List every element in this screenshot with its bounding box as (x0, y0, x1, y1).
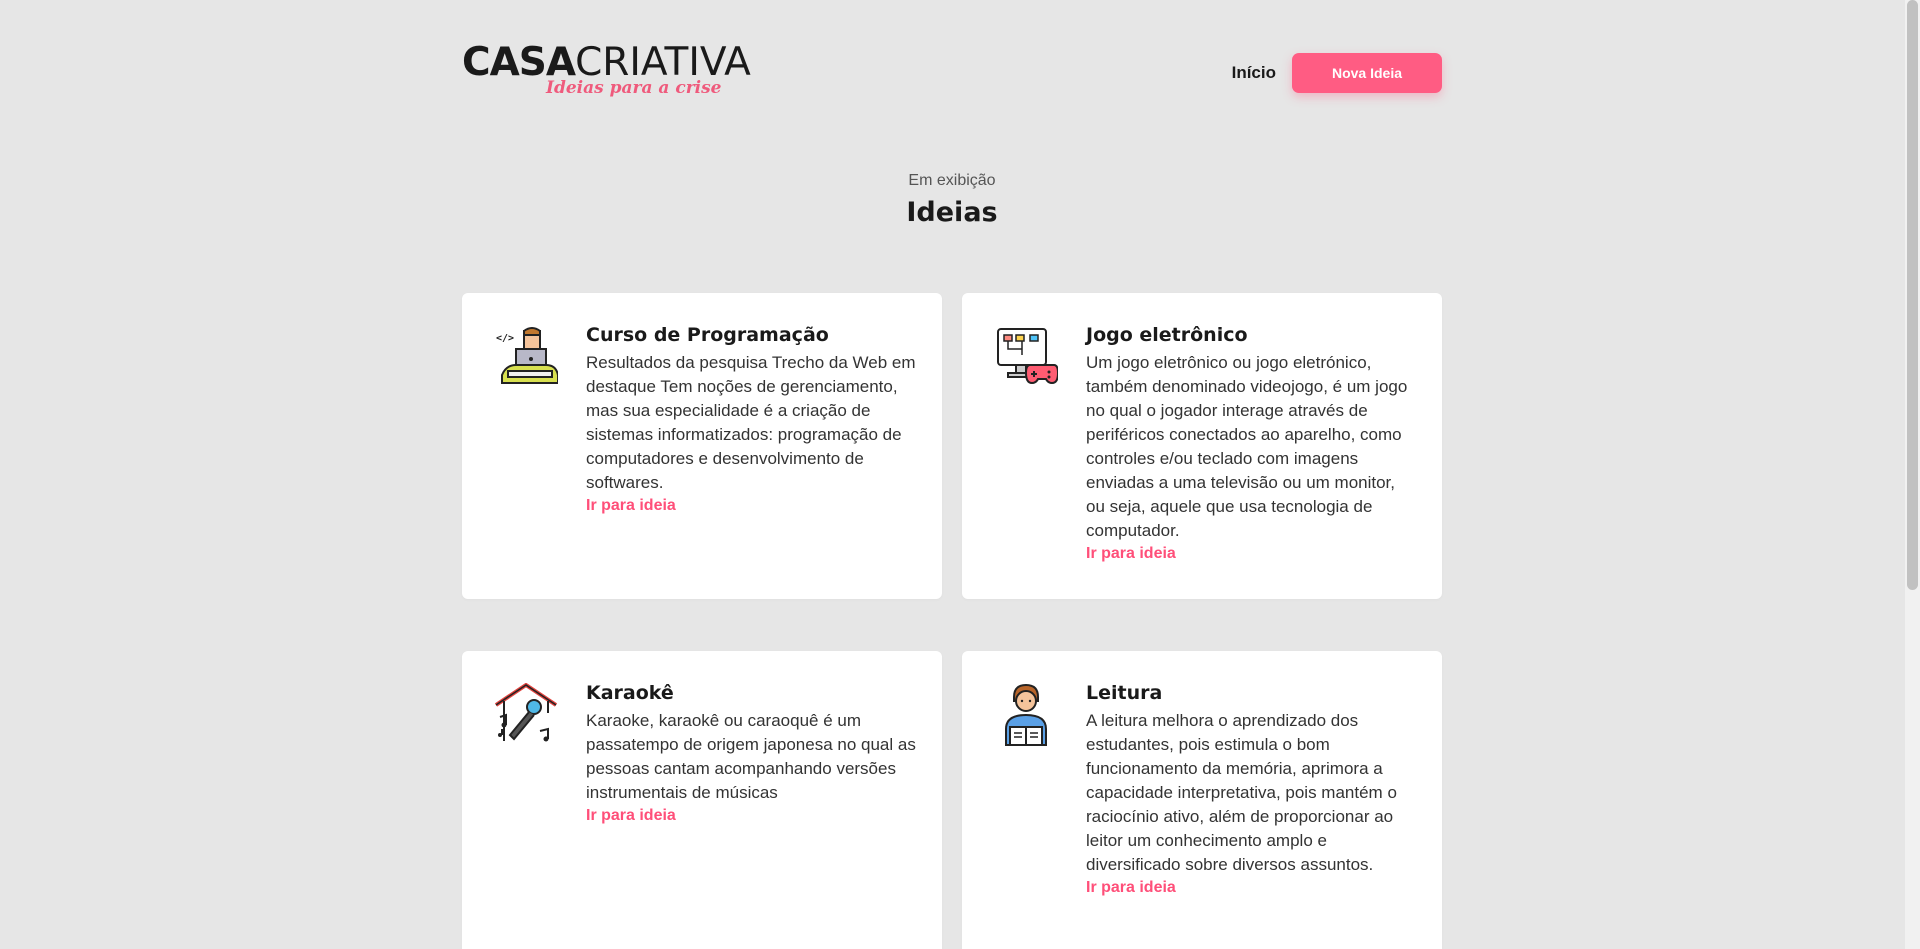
go-to-idea-link[interactable]: Ir para ideia (586, 805, 918, 827)
idea-description: Karaoke, karaokê ou caraoquê é um passat… (586, 711, 916, 802)
new-idea-button[interactable]: Nova Ideia (1292, 53, 1442, 93)
section-title: Ideias (906, 197, 998, 228)
svg-text:</>: </> (496, 333, 514, 344)
main-container: CASACRIATIVA Ideias para a crise Início … (462, 0, 1442, 949)
scrollbar-thumb[interactable] (1907, 0, 1918, 590)
idea-title: Karaokê (586, 682, 674, 704)
page: CASACRIATIVA Ideias para a crise Início … (0, 0, 1905, 949)
idea-card: Jogo eletrônico Um jogo eletrônico ou jo… (962, 293, 1442, 599)
programmer-laptop-icon: </> (494, 325, 559, 389)
idea-title: Leitura (1086, 682, 1163, 704)
logo[interactable]: CASACRIATIVA Ideias para a crise (462, 38, 762, 108)
idea-card-body: Karaokê Karaoke, karaokê ou caraoquê é u… (586, 681, 918, 827)
go-to-idea-link[interactable]: Ir para ideia (1086, 877, 1418, 899)
reading-person-icon (994, 683, 1058, 747)
idea-card-body: Jogo eletrônico Um jogo eletrônico ou jo… (1086, 323, 1418, 565)
idea-card-body: Leitura A leitura melhora o aprendizado … (1086, 681, 1418, 899)
idea-title: Curso de Programação (586, 324, 829, 346)
idea-card: Leitura A leitura melhora o aprendizado … (962, 651, 1442, 949)
section-subtitle: Em exibição (908, 172, 996, 189)
nav-home-link[interactable]: Início (1232, 63, 1276, 83)
site-header: CASACRIATIVA Ideias para a crise Início … (462, 0, 1442, 110)
idea-card: Karaokê Karaoke, karaokê ou caraoquê é u… (462, 651, 942, 949)
idea-card: </> Curso de Programação Resultados da p… (462, 293, 942, 599)
section-heading: Em exibição Ideias (462, 171, 1442, 229)
go-to-idea-link[interactable]: Ir para ideia (1086, 543, 1418, 565)
idea-title: Jogo eletrônico (1086, 324, 1248, 346)
main-nav: Início Nova Ideia (1232, 53, 1442, 93)
idea-description: A leitura melhora o aprendizado dos estu… (1086, 711, 1397, 874)
vertical-scrollbar[interactable] (1905, 0, 1920, 949)
idea-description: Um jogo eletrônico ou jogo eletrónico, t… (1086, 353, 1408, 540)
idea-card-body: Curso de Programação Resultados da pesqu… (586, 323, 918, 517)
go-to-idea-link[interactable]: Ir para ideia (586, 495, 918, 517)
logo-tagline: Ideias para a crise (546, 78, 722, 98)
karaoke-microphone-icon (494, 682, 558, 747)
monitor-gamepad-icon (994, 325, 1060, 389)
idea-description: Resultados da pesquisa Trecho da Web em … (586, 353, 916, 492)
